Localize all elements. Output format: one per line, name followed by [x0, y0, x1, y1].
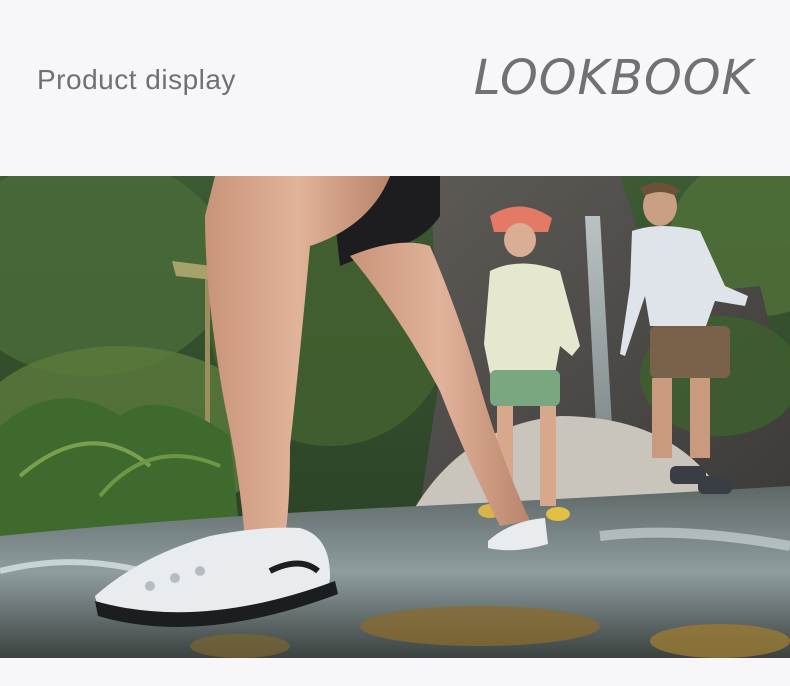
sign-post	[205, 271, 210, 441]
photo-illustration	[0, 176, 790, 658]
mossy-stone	[190, 634, 290, 658]
lookbook-photo	[0, 176, 790, 658]
mossy-stone	[650, 624, 790, 658]
section-subtitle: Product display	[37, 64, 236, 95]
footer-spacer	[0, 658, 790, 686]
section-title: LOOKBOOK	[473, 50, 754, 106]
header: Product display LOOKBOOK	[0, 0, 790, 176]
mossy-stone	[360, 606, 600, 646]
page: Product display LOOKBOOK	[0, 0, 790, 686]
